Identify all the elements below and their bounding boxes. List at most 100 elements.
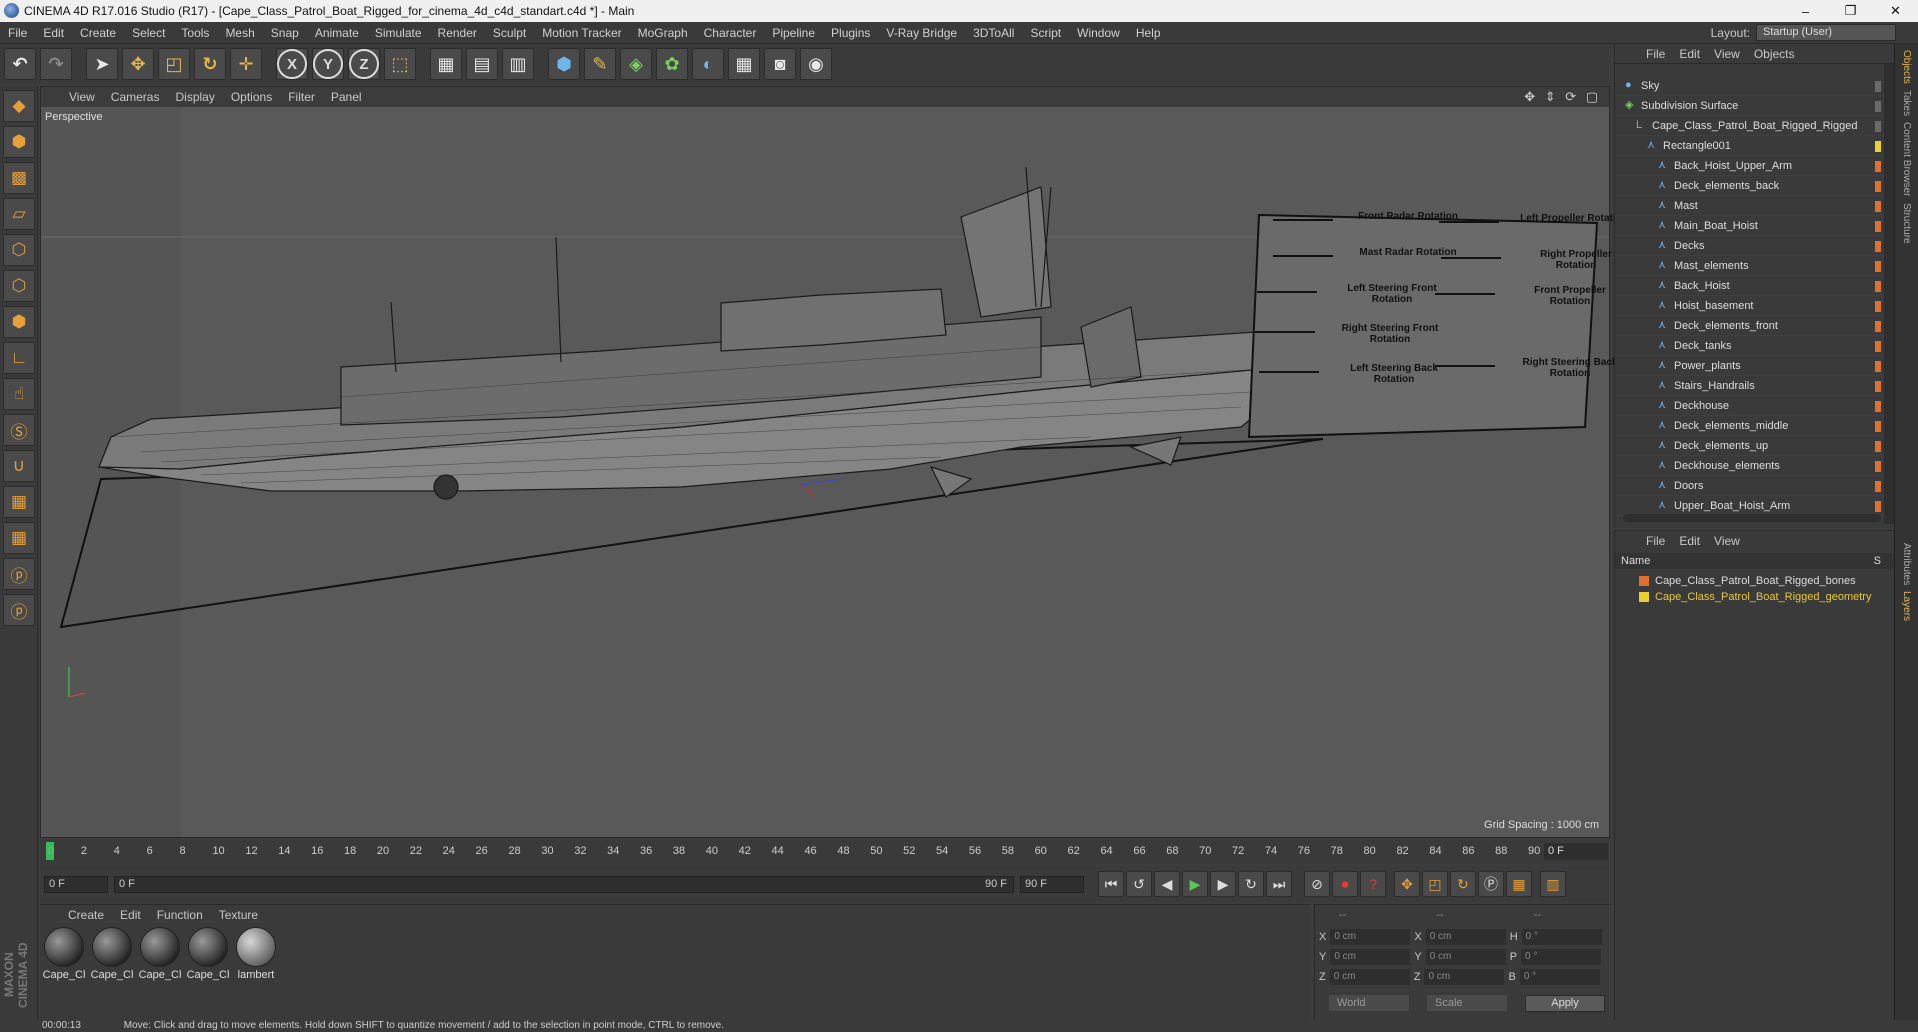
model-mode-icon[interactable]: ⬢ (3, 126, 35, 158)
texture-mode-icon[interactable]: ▩ (3, 162, 35, 194)
object-layer-tag[interactable] (1875, 181, 1881, 192)
snap-icon[interactable]: Ⓢ (3, 414, 35, 446)
grid-lock-icon[interactable]: ▦ (3, 486, 35, 518)
object-layer-tag[interactable] (1875, 421, 1881, 432)
object-layer-tag[interactable] (1875, 261, 1881, 272)
python-icon[interactable]: ⓟ (3, 558, 35, 590)
layer-row[interactable]: Cape_Class_Patrol_Boat_Rigged_geometry (1623, 589, 1871, 605)
object-tree-row[interactable]: ⋏ Power_plants (1615, 356, 1885, 376)
object-tree-row[interactable]: ● Sky (1615, 76, 1885, 96)
tab-layers[interactable]: Layers (1901, 591, 1912, 621)
previous-frame-icon[interactable]: ◀ (1154, 871, 1180, 897)
axis-mode-icon[interactable]: ∟ (3, 342, 35, 374)
viewport-menu-view[interactable]: View (61, 90, 103, 104)
viewport-menu-panel[interactable]: Panel (323, 90, 370, 104)
menu-character[interactable]: Character (696, 26, 765, 40)
material-swatch[interactable]: Cape_Cl (42, 927, 86, 981)
menu-script[interactable]: Script (1022, 26, 1069, 40)
coordinate-system-icon[interactable]: ⬚ (384, 48, 416, 80)
object-tree-row[interactable]: ⋏ Deck_tanks (1615, 336, 1885, 356)
object-layer-tag[interactable] (1875, 381, 1881, 392)
material-menu-texture[interactable]: Texture (211, 908, 266, 922)
menu-tools[interactable]: Tools (173, 26, 217, 40)
object-tree-row[interactable]: ⋏ Rectangle001 (1615, 136, 1885, 156)
rig-slider-handle[interactable] (1257, 291, 1317, 293)
object-layer-tag[interactable] (1875, 81, 1881, 92)
material-menu-create[interactable]: Create (60, 908, 112, 922)
go-to-end-icon[interactable]: ⏭ (1266, 871, 1292, 897)
key-pla-icon[interactable]: ▦ (1506, 871, 1532, 897)
menu-edit[interactable]: Edit (35, 26, 72, 40)
subdivision-icon[interactable]: ◈ (620, 48, 652, 80)
rig-slider-handle[interactable] (1435, 365, 1495, 367)
object-tree-row[interactable]: ⋏ Deckhouse (1615, 396, 1885, 416)
objects-menu-view[interactable]: View (1707, 47, 1747, 61)
key-rotation-icon[interactable]: ↻ (1450, 871, 1476, 897)
rotation-p-field[interactable]: 0 ° (1521, 949, 1602, 965)
key-position-icon[interactable]: ✥ (1394, 871, 1420, 897)
material-swatch[interactable]: Cape_Cl (186, 927, 230, 981)
object-tree-row[interactable]: ⋏ Decks (1615, 236, 1885, 256)
start-frame-field[interactable]: 0 F (44, 875, 108, 893)
object-tree-row[interactable]: ⋏ Mast (1615, 196, 1885, 216)
object-list-scrollbar[interactable] (1884, 64, 1894, 524)
rig-slider-handle[interactable] (1441, 257, 1501, 259)
perspective-viewport[interactable]: View Cameras Display Options Filter Pane… (40, 86, 1628, 838)
layer-color-swatch[interactable] (1639, 576, 1649, 586)
python-script-icon[interactable]: ⓟ (3, 594, 35, 626)
redo-icon[interactable]: ↷ (40, 48, 72, 80)
objects-menu-file[interactable]: File (1639, 47, 1672, 61)
objects-menu-edit[interactable]: Edit (1672, 47, 1707, 61)
material-menu-function[interactable]: Function (149, 908, 211, 922)
rig-slider-handle[interactable] (1273, 219, 1333, 221)
undo-icon[interactable]: ↶ (4, 48, 36, 80)
object-tree-row[interactable]: ⋏ Back_Hoist (1615, 276, 1885, 296)
menu-snap[interactable]: Snap (263, 26, 307, 40)
material-swatch[interactable]: Cape_Cl (90, 927, 134, 981)
object-tree-row[interactable]: ⋏ Main_Boat_Hoist (1615, 216, 1885, 236)
z-axis-lock[interactable]: Z (348, 48, 380, 80)
object-layer-tag[interactable] (1875, 221, 1881, 232)
key-parameter-icon[interactable]: Ⓟ (1478, 871, 1504, 897)
object-tree-row[interactable]: L Cape_Class_Patrol_Boat_Rigged_Rigged (1615, 116, 1885, 136)
frame-range-slider[interactable]: 0 F 90 F (114, 875, 1014, 893)
viewport-menu-options[interactable]: Options (223, 90, 280, 104)
object-list-horizontal-scrollbar[interactable] (1623, 514, 1881, 522)
object-layer-tag[interactable] (1875, 461, 1881, 472)
object-layer-tag[interactable] (1875, 301, 1881, 312)
object-tree-row[interactable]: ⋏ Doors (1615, 476, 1885, 496)
object-layer-tag[interactable] (1875, 141, 1881, 152)
move-icon[interactable]: ✥ (122, 48, 154, 80)
object-tree-row[interactable]: ⋏ Back_Hoist_Upper_Arm (1615, 156, 1885, 176)
object-tree-row[interactable]: ⋏ Mast_elements (1615, 256, 1885, 276)
render-settings-icon[interactable]: ▥ (502, 48, 534, 80)
scale-icon[interactable]: ◰ (158, 48, 190, 80)
go-to-start-icon[interactable]: ⏮ (1098, 871, 1124, 897)
object-tree-row[interactable]: ⋏ Deck_elements_middle (1615, 416, 1885, 436)
layer-row[interactable]: Cape_Class_Patrol_Boat_Rigged_bones (1623, 573, 1856, 589)
transform-icon[interactable]: ✛ (230, 48, 262, 80)
material-menu-edit[interactable]: Edit (112, 908, 149, 922)
timeline-ruler[interactable]: 0246810121416182022242628303234363840424… (40, 840, 1610, 864)
rig-slider-handle[interactable] (1435, 293, 1495, 295)
tab-objects[interactable]: Objects (1901, 50, 1912, 84)
object-layer-tag[interactable] (1875, 401, 1881, 412)
play-icon[interactable]: ▶ (1182, 871, 1208, 897)
object-tree-row[interactable]: ⋏ Deckhouse_elements (1615, 456, 1885, 476)
rotate-icon[interactable]: ↻ (194, 48, 226, 80)
camera-icon[interactable]: ◙ (764, 48, 796, 80)
make-editable-icon[interactable]: ◆ (3, 90, 35, 122)
size-y-field[interactable]: 0 cm (1425, 949, 1506, 965)
menu-window[interactable]: Window (1069, 26, 1128, 40)
object-tree-row[interactable]: ⋏ Deck_elements_front (1615, 316, 1885, 336)
position-y-field[interactable]: 0 cm (1330, 949, 1411, 965)
object-tree-row[interactable]: ⋏ Hoist_basement (1615, 296, 1885, 316)
y-axis-lock[interactable]: Y (312, 48, 344, 80)
minimize-button[interactable]: – (1783, 4, 1828, 19)
menu-motion-tracker[interactable]: Motion Tracker (534, 26, 629, 40)
object-layer-tag[interactable] (1875, 121, 1881, 132)
viewport-menu-filter[interactable]: Filter (280, 90, 323, 104)
menu-create[interactable]: Create (72, 26, 124, 40)
tweak-mode-icon[interactable]: ☝ (3, 378, 35, 410)
layer-color-swatch[interactable] (1639, 592, 1649, 602)
